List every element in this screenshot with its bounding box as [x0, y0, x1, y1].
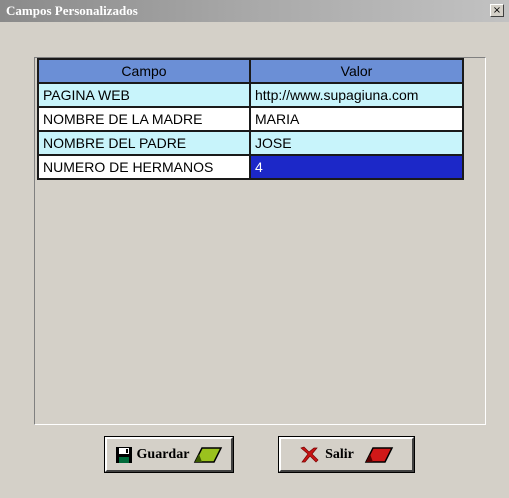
cell-campo[interactable]: PAGINA WEB [37, 82, 251, 108]
green-pencil-icon [193, 446, 223, 463]
red-pencil-icon [364, 446, 394, 463]
table-row[interactable]: PAGINA WEB http://www.supagiuna.com [37, 82, 464, 108]
window-title: Campos Personalizados [6, 3, 138, 18]
cell-valor[interactable]: MARIA [249, 106, 464, 132]
guardar-button[interactable]: Guardar [104, 436, 234, 473]
title-bar: Campos Personalizados × [0, 0, 509, 22]
grid-header-row: Campo Valor [37, 58, 464, 84]
cell-valor-selected[interactable]: 4 [249, 154, 464, 180]
guardar-label: Guardar [136, 446, 190, 462]
cell-valor[interactable]: JOSE [249, 130, 464, 156]
floppy-disk-icon [115, 446, 133, 464]
column-header-valor[interactable]: Valor [249, 58, 464, 84]
custom-fields-grid-panel: Campo Valor PAGINA WEB http://www.supagi… [34, 57, 486, 425]
salir-button[interactable]: Salir [278, 436, 415, 473]
red-x-icon [299, 446, 319, 464]
custom-fields-grid: Campo Valor PAGINA WEB http://www.supagi… [37, 58, 464, 180]
table-row[interactable]: NUMERO DE HERMANOS 4 [37, 154, 464, 180]
salir-label: Salir [325, 446, 354, 462]
close-button[interactable]: × [490, 4, 504, 17]
cell-valor[interactable]: http://www.supagiuna.com [249, 82, 464, 108]
cell-campo[interactable]: NUMERO DE HERMANOS [37, 154, 251, 180]
close-icon: × [492, 5, 502, 16]
table-row[interactable]: NOMBRE DEL PADRE JOSE [37, 130, 464, 156]
column-header-campo[interactable]: Campo [37, 58, 251, 84]
table-row[interactable]: NOMBRE DE LA MADRE MARIA [37, 106, 464, 132]
cell-campo[interactable]: NOMBRE DEL PADRE [37, 130, 251, 156]
cell-campo[interactable]: NOMBRE DE LA MADRE [37, 106, 251, 132]
